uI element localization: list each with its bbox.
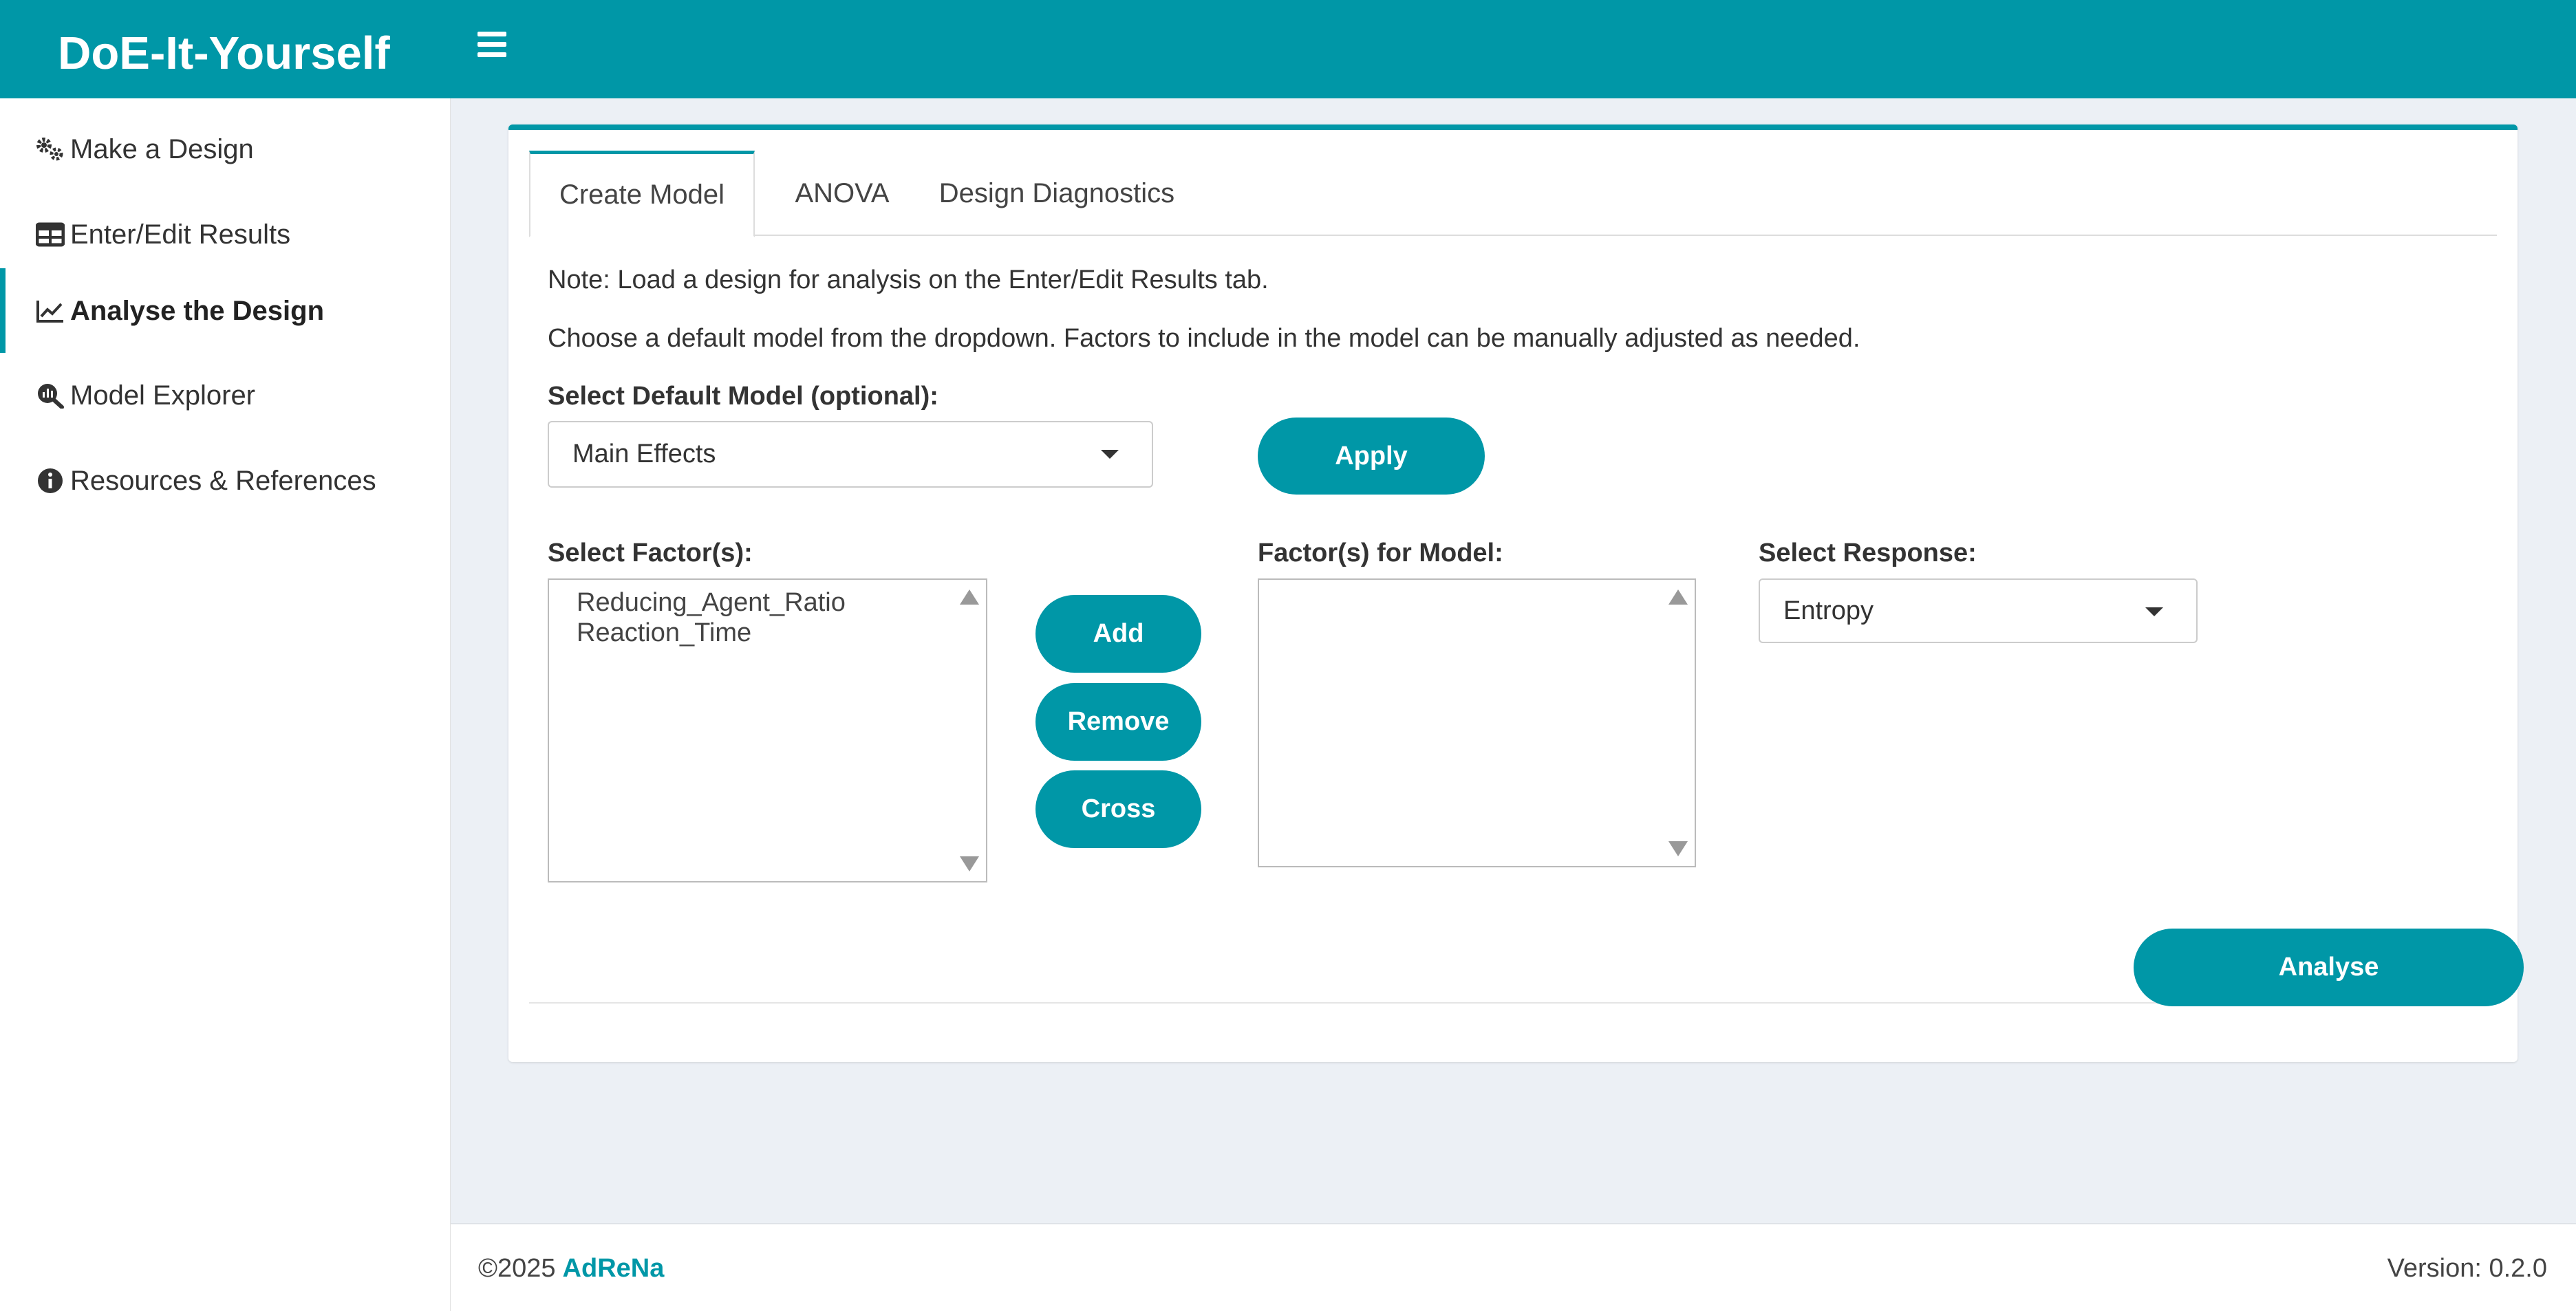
model-factors-listbox[interactable] xyxy=(1258,578,1696,867)
model-factors-label: Factor(s) for Model: xyxy=(1258,539,1503,567)
scroll-down-icon[interactable] xyxy=(960,856,979,871)
select-factors-label: Select Factor(s): xyxy=(548,539,753,567)
scroll-up-icon[interactable] xyxy=(1668,589,1688,605)
instructions-text: Choose a default model from the dropdown… xyxy=(548,324,1860,353)
sidebar-item-analyse-design[interactable]: Analyse the Design xyxy=(34,290,324,332)
default-model-label: Select Default Model (optional): xyxy=(548,382,938,411)
analysis-box: Create Model ANOVA Design Diagnostics No… xyxy=(508,124,2524,1062)
sidebar-item-enter-results[interactable]: Enter/Edit Results xyxy=(34,214,290,255)
factor-option[interactable]: Reducing_Agent_Ratio xyxy=(577,588,846,618)
apply-button[interactable]: Apply xyxy=(1258,418,1485,495)
tab-design-diagnostics[interactable]: Design Diagnostics xyxy=(930,151,1184,236)
factors-listbox[interactable]: Reducing_Agent_Ratio Reaction_Time xyxy=(548,578,987,882)
main-content: Create Model ANOVA Design Diagnostics No… xyxy=(451,98,2576,1223)
table-icon xyxy=(34,221,66,248)
chevron-down-icon xyxy=(2145,607,2163,616)
sidebar-item-label: Analyse the Design xyxy=(70,295,325,326)
analyse-button[interactable]: Analyse xyxy=(2134,929,2524,1006)
sidebar-item-label: Enter/Edit Results xyxy=(70,219,291,250)
scroll-down-icon[interactable] xyxy=(1668,841,1688,856)
note-text: Note: Load a design for analysis on the … xyxy=(548,266,1269,294)
info-circle-icon xyxy=(34,467,66,495)
gears-icon xyxy=(34,136,66,163)
tab-panel: Create Model ANOVA Design Diagnostics No… xyxy=(529,151,2524,1006)
chevron-down-icon xyxy=(1101,450,1119,459)
default-model-select[interactable]: Main Effects xyxy=(548,421,1153,488)
copyright-text: ©2025 xyxy=(478,1253,556,1283)
default-model-value: Main Effects xyxy=(572,440,716,468)
footer: ©2025 AdReNa Version: 0.2.0 xyxy=(451,1223,2576,1311)
cross-button[interactable]: Cross xyxy=(1035,770,1201,848)
remove-button[interactable]: Remove xyxy=(1035,683,1201,761)
sidebar-item-model-explorer[interactable]: Model Explorer xyxy=(34,375,255,416)
tab-create-model[interactable]: Create Model xyxy=(529,151,755,237)
response-label: Select Response: xyxy=(1759,539,1977,567)
footer-copyright: ©2025 AdReNa xyxy=(478,1224,664,1311)
sidebar-item-label: Resources & References xyxy=(70,465,376,496)
tab-anova[interactable]: ANOVA xyxy=(755,151,930,236)
hamburger-menu-icon[interactable] xyxy=(477,32,506,59)
version-text: Version: 0.2.0 xyxy=(2387,1253,2547,1283)
sidebar-item-make-design[interactable]: Make a Design xyxy=(34,129,254,170)
sidebar-item-resources[interactable]: Resources & References xyxy=(34,460,376,501)
top-header: DoE-It-Yourself xyxy=(0,0,2576,98)
org-link[interactable]: AdReNa xyxy=(563,1254,665,1283)
tab-bar: Create Model ANOVA Design Diagnostics xyxy=(529,151,2497,237)
add-button[interactable]: Add xyxy=(1035,595,1201,673)
response-select[interactable]: Entropy xyxy=(1759,578,2198,643)
sidebar-item-label: Model Explorer xyxy=(70,380,256,411)
line-chart-icon xyxy=(34,297,66,325)
app-title: DoE-It-Yourself xyxy=(58,28,390,79)
search-chart-icon xyxy=(34,382,66,409)
sidebar: Make a Design Enter/Edit Results Analyse… xyxy=(0,98,451,1311)
sidebar-active-indicator xyxy=(0,268,6,353)
response-value: Entropy xyxy=(1783,596,1874,625)
factor-option[interactable]: Reaction_Time xyxy=(577,618,751,648)
sidebar-item-label: Make a Design xyxy=(70,133,254,164)
scroll-up-icon[interactable] xyxy=(960,589,979,605)
